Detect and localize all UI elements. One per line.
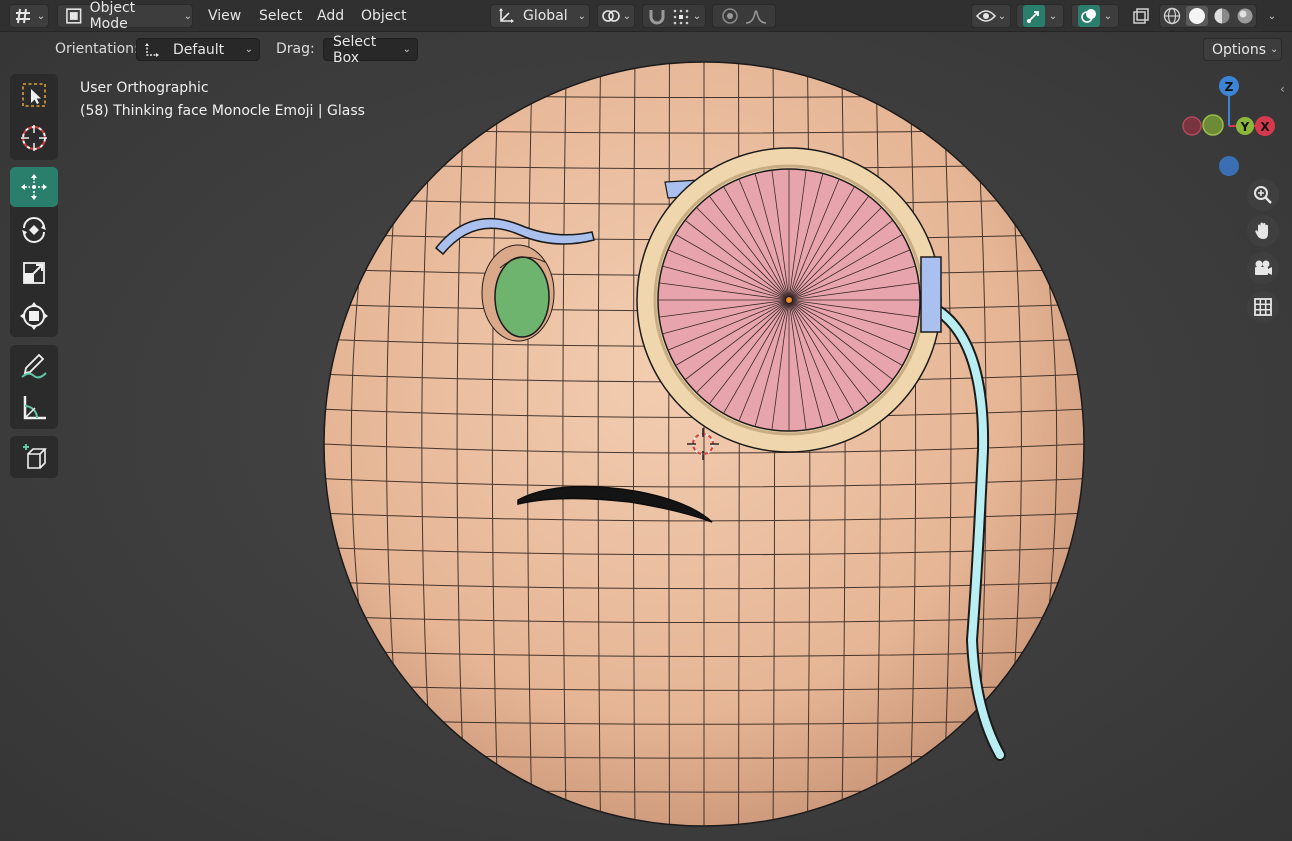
chevron-down-icon: ⌄ bbox=[244, 44, 253, 55]
grid-editor-icon bbox=[15, 8, 30, 24]
gizmo-toggle-button[interactable]: ⌄ bbox=[1016, 4, 1064, 28]
scene-render[interactable]: Z Y X bbox=[0, 0, 1292, 841]
chevron-down-icon: ⌄ bbox=[402, 44, 411, 55]
rendered-shading-icon[interactable] bbox=[1236, 7, 1254, 25]
measure-icon[interactable] bbox=[10, 388, 58, 428]
chevron-down-icon: ⌄ bbox=[997, 10, 1007, 22]
orientation-value: Default bbox=[173, 41, 225, 58]
x-axis-label: X bbox=[1260, 120, 1270, 134]
shading-mode-group bbox=[1159, 4, 1257, 28]
orientation-dropdown[interactable]: Default ⌄ bbox=[136, 38, 260, 61]
proportional-edit-icon bbox=[722, 8, 738, 24]
wireframe-shading-icon[interactable] bbox=[1163, 7, 1181, 25]
orientation-label: Global bbox=[523, 8, 568, 24]
shading-options-button[interactable]: ⌄ bbox=[1260, 4, 1284, 28]
chevron-down-icon: ⌄ bbox=[36, 10, 46, 22]
object-mode-icon bbox=[66, 8, 82, 24]
toolbar-group-annotate bbox=[10, 345, 58, 429]
rotate-icon[interactable] bbox=[10, 210, 58, 250]
chevron-down-icon: ⌄ bbox=[1048, 10, 1058, 22]
3d-viewport[interactable]: Z Y X User Orthographic (58) Thinking fa… bbox=[0, 0, 1292, 841]
drag-label: Drag: bbox=[276, 41, 315, 57]
pivot-point-button[interactable]: ⌄ bbox=[597, 4, 635, 28]
proportional-editing-button[interactable] bbox=[712, 4, 776, 28]
overlays-button[interactable]: ⌄ bbox=[1071, 4, 1119, 28]
annotate-icon[interactable] bbox=[10, 346, 58, 386]
add-cube-icon[interactable] bbox=[10, 437, 58, 477]
navigation-gizmo[interactable]: Z Y X bbox=[1182, 76, 1275, 176]
overlays-icon bbox=[1077, 5, 1100, 27]
view-name: User Orthographic bbox=[80, 80, 209, 96]
toolbar-group-transform bbox=[10, 167, 58, 337]
toolbar-group-select bbox=[10, 74, 58, 160]
chevron-down-icon: ⌄ bbox=[1270, 44, 1279, 55]
gizmo-icon bbox=[1022, 5, 1045, 27]
zoom-icon[interactable] bbox=[1247, 179, 1279, 211]
chevron-down-icon: ⌄ bbox=[692, 10, 702, 22]
chevron-down-icon: ⌄ bbox=[577, 10, 587, 22]
falloff-curve-icon bbox=[745, 10, 767, 24]
grid-view-icon[interactable] bbox=[1247, 291, 1279, 323]
chevron-down-icon: ⌄ bbox=[622, 10, 632, 22]
drag-dropdown[interactable]: Select Box ⌄ bbox=[323, 34, 418, 66]
cursor-icon[interactable] bbox=[10, 118, 58, 158]
move-icon[interactable] bbox=[10, 167, 58, 207]
left-eye[interactable] bbox=[481, 244, 555, 342]
chevron-down-icon: ⌄ bbox=[1103, 10, 1113, 22]
neg-z-axis-ball[interactable] bbox=[1219, 156, 1239, 176]
scale-icon[interactable] bbox=[10, 253, 58, 293]
xray-icon bbox=[1133, 8, 1149, 24]
object-info: (58) Thinking face Monocle Emoji | Glass bbox=[80, 103, 365, 119]
chevron-down-icon: ⌄ bbox=[1267, 10, 1277, 22]
viewport-header: ⌄ Object Mode ⌄ View Select Add Object G… bbox=[0, 0, 1292, 32]
select-box-icon[interactable] bbox=[10, 75, 58, 115]
toolbar-group-add bbox=[10, 436, 58, 478]
neg-x-axis-ball[interactable] bbox=[1182, 116, 1202, 136]
magnet-icon bbox=[649, 10, 665, 25]
y-axis-label: Y bbox=[1240, 120, 1250, 134]
mode-selector[interactable]: Object Mode ⌄ bbox=[57, 0, 193, 32]
menu-object[interactable]: Object bbox=[357, 6, 411, 26]
menu-select[interactable]: Select bbox=[255, 6, 306, 26]
camera-icon[interactable] bbox=[1247, 252, 1279, 284]
tool-settings-bar: Orientation: Default ⌄ Drag: Select Box … bbox=[0, 33, 1292, 66]
orientation-icon bbox=[499, 8, 514, 23]
menu-view[interactable]: View bbox=[204, 6, 245, 26]
visibility-button[interactable]: ⌄ bbox=[971, 4, 1011, 28]
orientation-axes-icon bbox=[145, 42, 159, 57]
transform-icon[interactable] bbox=[10, 296, 58, 336]
z-axis-label: Z bbox=[1225, 80, 1234, 94]
menu-add[interactable]: Add bbox=[313, 6, 348, 26]
mode-label: Object Mode bbox=[89, 0, 136, 32]
xray-toggle-button[interactable] bbox=[1127, 4, 1155, 28]
editor-type-button[interactable]: ⌄ bbox=[9, 4, 49, 28]
snapping-button[interactable]: ⌄ bbox=[642, 4, 706, 28]
orientation-label: Orientation: bbox=[55, 41, 139, 57]
monocle[interactable] bbox=[636, 147, 942, 453]
sidebar-toggle-icon[interactable]: ‹ bbox=[1280, 82, 1285, 96]
chevron-down-icon: ⌄ bbox=[183, 10, 192, 22]
snap-grid-icon bbox=[673, 9, 689, 25]
solid-shading-icon[interactable] bbox=[1185, 6, 1208, 26]
options-label: Options bbox=[1212, 41, 1267, 58]
eye-icon bbox=[975, 10, 996, 22]
drag-value: Select Box bbox=[333, 33, 377, 66]
neg-y-axis-ball[interactable] bbox=[1202, 114, 1224, 136]
hand-pan-icon[interactable] bbox=[1247, 215, 1279, 247]
transform-orientation-selector[interactable]: Global ⌄ bbox=[490, 4, 590, 28]
link-icon bbox=[601, 10, 620, 22]
material-preview-icon[interactable] bbox=[1213, 7, 1231, 25]
viewport-info: User Orthographic (58) Thinking face Mon… bbox=[80, 77, 365, 123]
options-dropdown[interactable]: Options ⌄ bbox=[1203, 38, 1282, 61]
